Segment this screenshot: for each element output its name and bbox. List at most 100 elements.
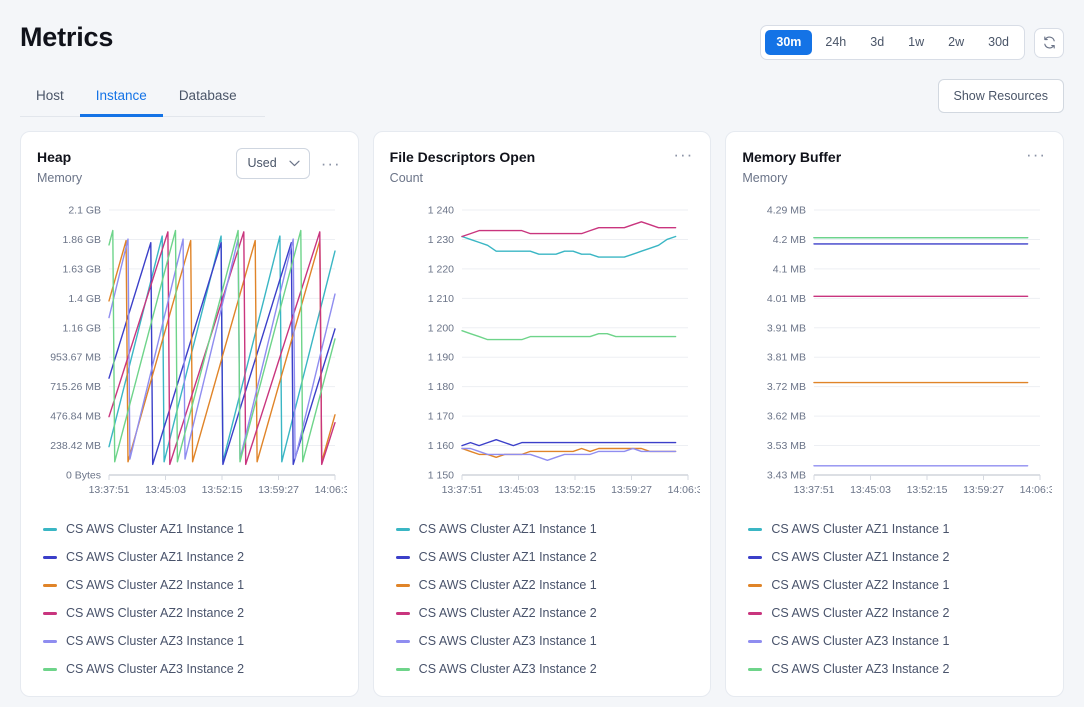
tab-host[interactable]: Host (20, 81, 80, 117)
metric-type-select[interactable]: Used (236, 148, 310, 179)
legend-item[interactable]: CS AWS Cluster AZ2 Instance 2 (748, 605, 1047, 621)
legend-item[interactable]: CS AWS Cluster AZ2 Instance 1 (748, 577, 1047, 593)
chart-area: 4.29 MB4.2 MB4.1 MB4.01 MB3.91 MB3.81 MB… (742, 200, 1047, 505)
tabs-row: HostInstanceDatabase Show Resources (0, 79, 1084, 117)
card-menu-button[interactable]: ··· (672, 148, 694, 162)
legend-label: CS AWS Cluster AZ1 Instance 1 (419, 521, 597, 537)
y-axis-tick: 1 160 (427, 440, 453, 452)
tab-instance[interactable]: Instance (80, 81, 163, 117)
legend-item[interactable]: CS AWS Cluster AZ3 Instance 2 (396, 661, 695, 677)
y-axis-tick: 3.62 MB (767, 411, 806, 423)
legend-item[interactable]: CS AWS Cluster AZ2 Instance 2 (396, 605, 695, 621)
time-range-2w[interactable]: 2w (937, 30, 975, 55)
y-axis-tick: 1 180 (427, 381, 453, 393)
y-axis-tick: 1 150 (427, 470, 453, 482)
card-header-actions: ··· (672, 148, 694, 162)
card-menu-button[interactable]: ··· (1025, 148, 1047, 162)
y-axis-tick: 4.2 MB (773, 234, 806, 246)
y-axis-tick: 3.81 MB (767, 352, 806, 364)
page-header: Metrics 30m24h3d1w2w30d (0, 0, 1084, 60)
series-line (462, 449, 676, 458)
legend-label: CS AWS Cluster AZ3 Instance 2 (771, 661, 949, 677)
time-range-selector[interactable]: 30m24h3d1w2w30d (760, 25, 1025, 60)
legend-item[interactable]: CS AWS Cluster AZ1 Instance 1 (748, 521, 1047, 537)
legend-item[interactable]: CS AWS Cluster AZ2 Instance 1 (43, 577, 342, 593)
legend-label: CS AWS Cluster AZ2 Instance 2 (419, 605, 597, 621)
time-range-30m[interactable]: 30m (765, 30, 812, 55)
card-title-group: HeapMemory (37, 148, 82, 186)
legend-item[interactable]: CS AWS Cluster AZ1 Instance 2 (43, 549, 342, 565)
x-axis-tick: 13:59:27 (963, 484, 1004, 496)
card-subtitle: Memory (742, 170, 841, 186)
chart-area: 1 2401 2301 2201 2101 2001 1901 1801 170… (390, 200, 695, 505)
legend-item[interactable]: CS AWS Cluster AZ3 Instance 1 (396, 633, 695, 649)
legend-color-swatch (396, 612, 410, 615)
x-axis-tick: 13:45:03 (145, 484, 186, 496)
legend-item[interactable]: CS AWS Cluster AZ3 Instance 1 (748, 633, 1047, 649)
y-axis-tick: 4.29 MB (767, 205, 806, 217)
x-axis-tick: 13:59:27 (258, 484, 299, 496)
legend-item[interactable]: CS AWS Cluster AZ1 Instance 2 (396, 549, 695, 565)
y-axis-tick: 3.53 MB (767, 440, 806, 452)
legend-label: CS AWS Cluster AZ2 Instance 1 (66, 577, 244, 593)
legend-item[interactable]: CS AWS Cluster AZ3 Instance 2 (43, 661, 342, 677)
legend-label: CS AWS Cluster AZ1 Instance 1 (771, 521, 949, 537)
y-axis-tick: 715.26 MB (50, 381, 101, 393)
x-axis-tick: 14:06:39 (1020, 484, 1052, 496)
card-title: Memory Buffer (742, 148, 841, 166)
chart-plot: 4.29 MB4.2 MB4.1 MB4.01 MB3.91 MB3.81 MB… (742, 200, 1052, 505)
legend-label: CS AWS Cluster AZ2 Instance 2 (771, 605, 949, 621)
y-axis-tick: 4.01 MB (767, 293, 806, 305)
y-axis-tick: 1.86 GB (62, 234, 101, 246)
y-axis-tick: 1 240 (427, 205, 453, 217)
time-range-3d[interactable]: 3d (859, 30, 895, 55)
y-axis-tick: 1.4 GB (68, 293, 101, 305)
legend-label: CS AWS Cluster AZ2 Instance 1 (771, 577, 949, 593)
y-axis-tick: 1 210 (427, 293, 453, 305)
y-axis-tick: 1 190 (427, 352, 453, 364)
refresh-button[interactable] (1034, 28, 1064, 58)
x-axis-tick: 14:06:39 (315, 484, 347, 496)
legend-item[interactable]: CS AWS Cluster AZ3 Instance 1 (43, 633, 342, 649)
legend-item[interactable]: CS AWS Cluster AZ2 Instance 1 (396, 577, 695, 593)
chevron-down-icon (289, 160, 300, 167)
y-axis-tick: 1.63 GB (62, 263, 101, 275)
x-axis-tick: 13:37:51 (441, 484, 482, 496)
legend-color-swatch (748, 612, 762, 615)
legend-color-swatch (43, 640, 57, 643)
legend-color-swatch (748, 640, 762, 643)
time-range-1w[interactable]: 1w (897, 30, 935, 55)
legend-color-swatch (396, 528, 410, 531)
legend-color-swatch (43, 556, 57, 559)
legend-color-swatch (396, 668, 410, 671)
chart-legend: CS AWS Cluster AZ1 Instance 1 CS AWS Clus… (742, 521, 1047, 677)
time-range-24h[interactable]: 24h (814, 30, 857, 55)
y-axis-tick: 3.43 MB (767, 470, 806, 482)
tab-database[interactable]: Database (163, 81, 253, 117)
legend-label: CS AWS Cluster AZ2 Instance 2 (66, 605, 244, 621)
time-range-30d[interactable]: 30d (977, 30, 1020, 55)
legend-color-swatch (43, 612, 57, 615)
legend-item[interactable]: CS AWS Cluster AZ1 Instance 1 (43, 521, 342, 537)
legend-label: CS AWS Cluster AZ1 Instance 2 (771, 549, 949, 565)
legend-color-swatch (43, 668, 57, 671)
card-header-actions: Used ··· (236, 148, 342, 179)
page-title: Metrics (20, 20, 113, 54)
card-header: Memory Buffer Memory ··· (742, 148, 1047, 186)
metric-card: HeapMemoryUsed···2.1 GB1.86 GB1.63 GB1.4… (20, 131, 359, 697)
legend-item[interactable]: CS AWS Cluster AZ3 Instance 2 (748, 661, 1047, 677)
legend-label: CS AWS Cluster AZ3 Instance 1 (66, 633, 244, 649)
x-axis-tick: 13:45:03 (850, 484, 891, 496)
y-axis-tick: 3.72 MB (767, 381, 806, 393)
show-resources-button[interactable]: Show Resources (938, 79, 1065, 113)
legend-item[interactable]: CS AWS Cluster AZ2 Instance 2 (43, 605, 342, 621)
legend-item[interactable]: CS AWS Cluster AZ1 Instance 2 (748, 549, 1047, 565)
card-menu-button[interactable]: ··· (320, 157, 342, 171)
series-line (462, 222, 676, 237)
legend-item[interactable]: CS AWS Cluster AZ1 Instance 1 (396, 521, 695, 537)
y-axis-tick: 476.84 MB (50, 411, 101, 423)
x-axis-tick: 13:52:15 (202, 484, 243, 496)
legend-color-swatch (748, 528, 762, 531)
chart-plot: 1 2401 2301 2201 2101 2001 1901 1801 170… (390, 200, 700, 505)
metric-card: File Descriptors OpenCount···1 2401 2301… (373, 131, 712, 697)
